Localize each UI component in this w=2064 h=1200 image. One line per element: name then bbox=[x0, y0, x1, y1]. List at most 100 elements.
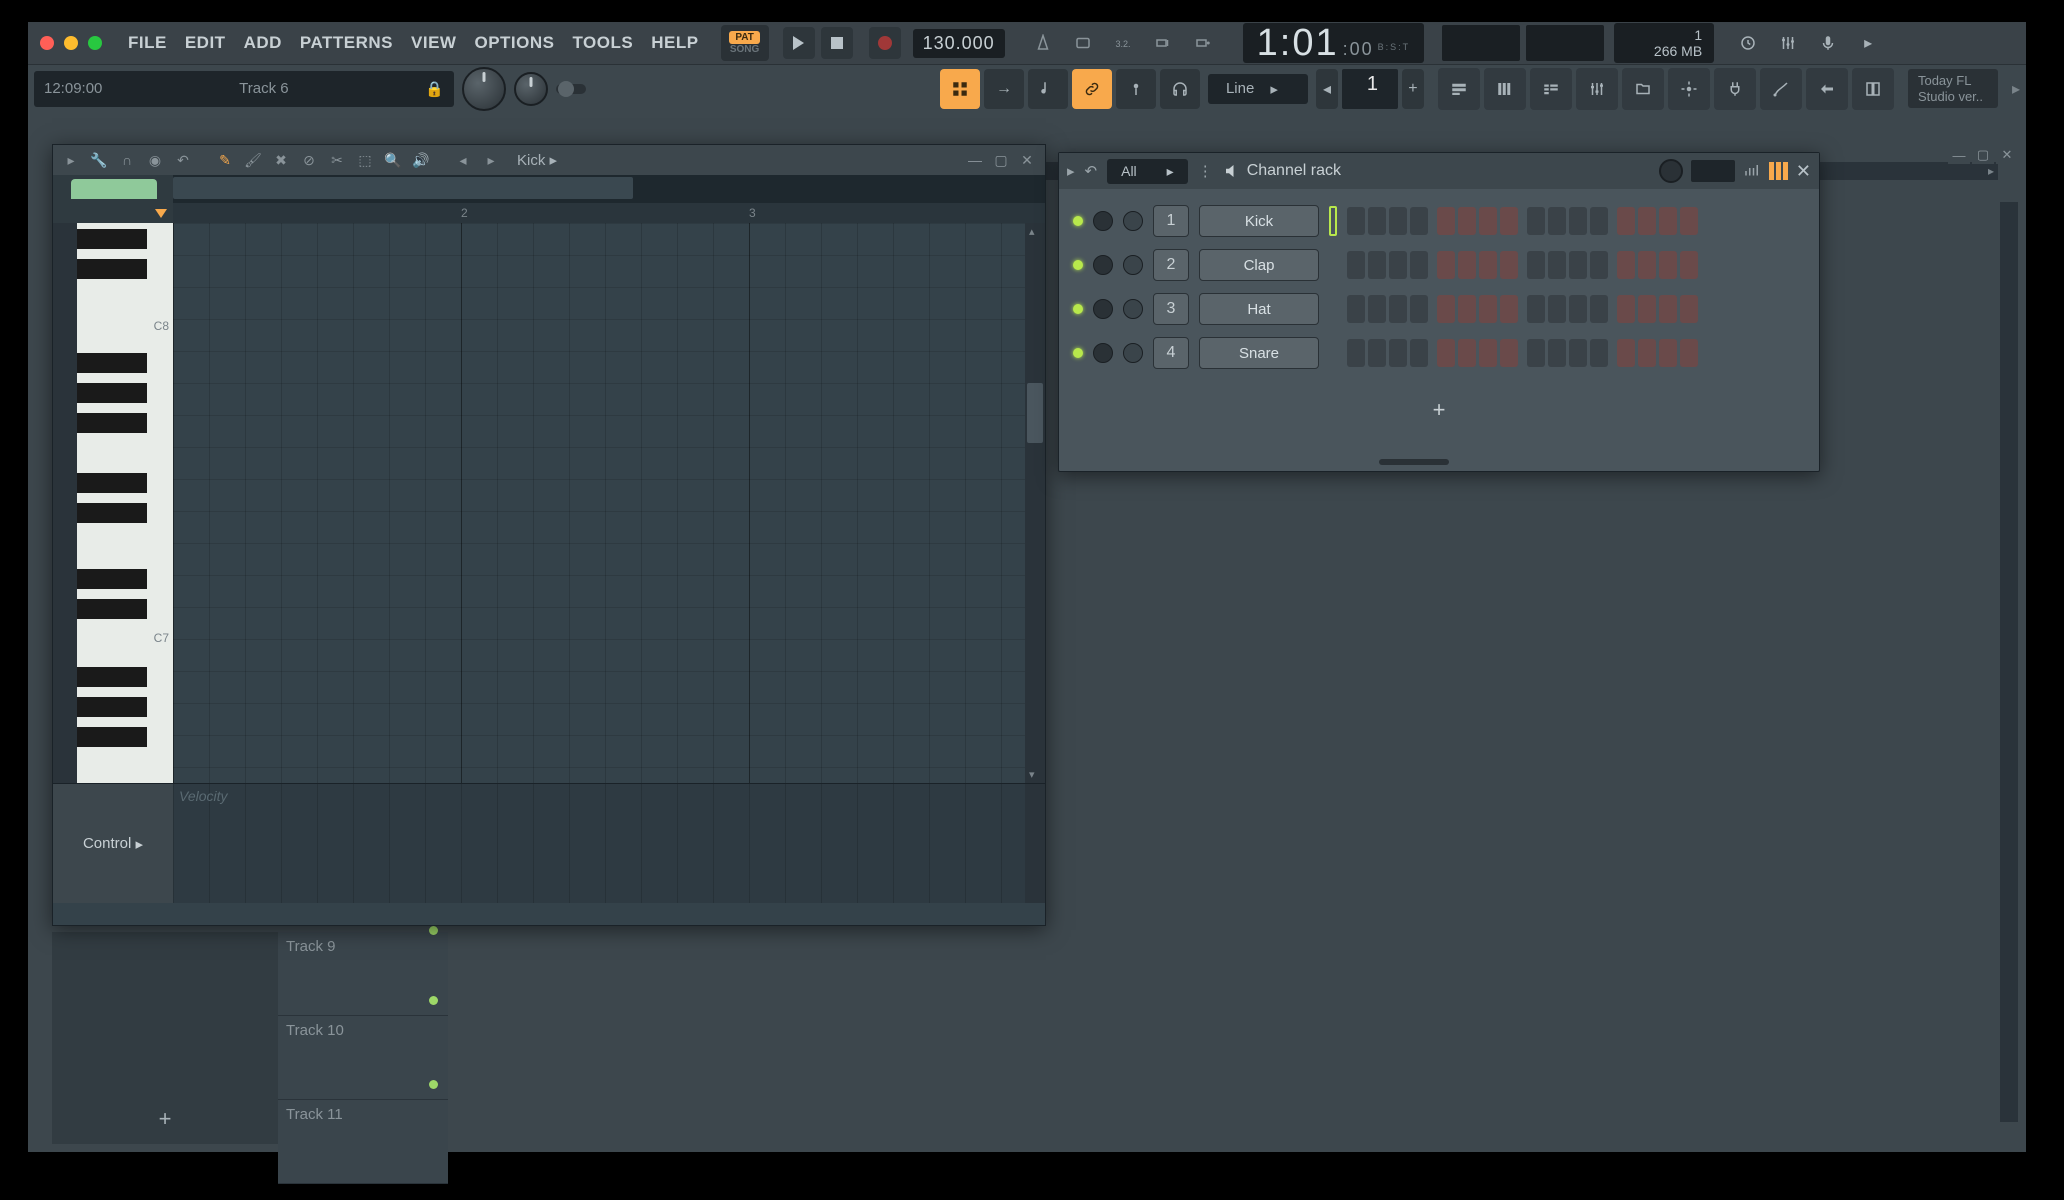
step-button[interactable] bbox=[1389, 339, 1407, 367]
channel-volume-knob[interactable] bbox=[1123, 211, 1143, 231]
chevron-right-icon[interactable]: ▸ bbox=[1850, 25, 1886, 61]
minimize-icon[interactable]: — bbox=[1948, 146, 1970, 164]
pattern-song-toggle[interactable]: PAT SONG bbox=[721, 25, 769, 61]
scroll-up-icon[interactable]: ▴ bbox=[1029, 225, 1035, 238]
loop-record-icon[interactable] bbox=[1183, 27, 1223, 59]
step-button[interactable] bbox=[1479, 295, 1497, 323]
paint-tool-icon[interactable]: 🖌 bbox=[241, 148, 265, 172]
step-button[interactable] bbox=[1659, 251, 1677, 279]
pattern-prev-button[interactable]: ◂ bbox=[1316, 69, 1338, 109]
tempo-display[interactable]: 130.000 bbox=[913, 29, 1005, 58]
menu-options[interactable]: OPTIONS bbox=[466, 29, 562, 57]
channel-name-button[interactable]: Hat bbox=[1199, 293, 1319, 325]
step-button[interactable] bbox=[1479, 339, 1497, 367]
countdown-icon[interactable]: 3.2. bbox=[1103, 27, 1143, 59]
overdub-icon[interactable] bbox=[1143, 27, 1183, 59]
options-icon[interactable]: ⋮ bbox=[1198, 162, 1213, 180]
step-button[interactable] bbox=[1458, 339, 1476, 367]
playlist-vscroll[interactable] bbox=[2000, 202, 2018, 1122]
oscilloscope[interactable] bbox=[1442, 25, 1520, 61]
step-button[interactable] bbox=[1368, 339, 1386, 367]
step-button[interactable] bbox=[1617, 295, 1635, 323]
step-button[interactable] bbox=[1479, 251, 1497, 279]
microphone-icon[interactable] bbox=[1810, 25, 1846, 61]
headphones-icon[interactable] bbox=[1160, 69, 1200, 109]
step-button[interactable] bbox=[1347, 295, 1365, 323]
step-button[interactable] bbox=[1458, 207, 1476, 235]
step-button[interactable] bbox=[1437, 207, 1455, 235]
channel-mute-led[interactable] bbox=[1073, 260, 1083, 270]
close-icon[interactable]: ✕ bbox=[1796, 161, 1811, 182]
step-button[interactable] bbox=[1548, 339, 1566, 367]
channel-volume-knob[interactable] bbox=[1123, 255, 1143, 275]
channel-pan-knob[interactable] bbox=[1093, 211, 1113, 231]
stop-button[interactable] bbox=[821, 27, 853, 59]
live-mode-icon[interactable] bbox=[1116, 69, 1156, 109]
step-button[interactable] bbox=[1437, 295, 1455, 323]
menu-help[interactable]: HELP bbox=[643, 29, 706, 57]
plugin-database-button[interactable] bbox=[1714, 68, 1756, 110]
step-button[interactable] bbox=[1527, 251, 1545, 279]
step-button[interactable] bbox=[1527, 295, 1545, 323]
mute-tool-icon[interactable]: ⊘ bbox=[297, 148, 321, 172]
step-button[interactable] bbox=[1680, 207, 1698, 235]
channel-mute-led[interactable] bbox=[1073, 348, 1083, 358]
swing-display[interactable] bbox=[1691, 160, 1735, 182]
switch-toggle[interactable] bbox=[556, 84, 586, 94]
chevron-right-icon[interactable]: ▸ bbox=[2012, 79, 2020, 99]
step-button[interactable] bbox=[1389, 251, 1407, 279]
magnet-icon[interactable]: ∩ bbox=[115, 148, 139, 172]
step-button[interactable] bbox=[1500, 251, 1518, 279]
browser-window-button[interactable] bbox=[1622, 68, 1664, 110]
play-button[interactable] bbox=[783, 27, 815, 59]
step-meters-icon[interactable] bbox=[1769, 162, 1788, 180]
piano-roll-timeline[interactable]: 2 3 bbox=[173, 203, 1045, 223]
mixer-window-button[interactable] bbox=[1576, 68, 1618, 110]
step-button[interactable] bbox=[1347, 251, 1365, 279]
select-tool-icon[interactable]: ⬚ bbox=[353, 148, 377, 172]
step-button[interactable] bbox=[1500, 295, 1518, 323]
typing-keyboard-icon[interactable] bbox=[1028, 69, 1068, 109]
step-button[interactable] bbox=[1617, 207, 1635, 235]
channel-mute-led[interactable] bbox=[1073, 304, 1083, 314]
step-button[interactable] bbox=[1389, 295, 1407, 323]
step-button[interactable] bbox=[1548, 295, 1566, 323]
arrange-windows-button[interactable] bbox=[1806, 68, 1848, 110]
scroll-down-icon[interactable]: ▾ bbox=[1029, 768, 1035, 781]
tempo-tap-button[interactable] bbox=[1668, 68, 1710, 110]
step-button[interactable] bbox=[1527, 207, 1545, 235]
control-lane-grid[interactable]: Velocity bbox=[173, 784, 1025, 903]
menu-patterns[interactable]: PATTERNS bbox=[292, 29, 401, 57]
step-button[interactable] bbox=[1410, 207, 1428, 235]
step-button[interactable] bbox=[1437, 339, 1455, 367]
peak-meter[interactable] bbox=[1526, 25, 1604, 61]
step-button[interactable] bbox=[1458, 251, 1476, 279]
zoom-tool-icon[interactable]: 🔍 bbox=[381, 148, 405, 172]
add-channel-button[interactable]: + bbox=[1059, 397, 1819, 423]
delete-tool-icon[interactable]: ✖ bbox=[269, 148, 293, 172]
wait-input-icon[interactable] bbox=[1063, 27, 1103, 59]
step-button[interactable] bbox=[1680, 295, 1698, 323]
pattern-number-display[interactable]: 1 bbox=[1342, 69, 1398, 109]
step-sequencer-button[interactable] bbox=[940, 69, 980, 109]
piano-roll-channel-name[interactable]: Kick ▸ bbox=[517, 151, 959, 169]
step-button[interactable] bbox=[1569, 295, 1587, 323]
metronome-icon[interactable] bbox=[1023, 27, 1063, 59]
step-button[interactable] bbox=[1347, 339, 1365, 367]
hscroll-thumb[interactable] bbox=[173, 177, 633, 199]
step-button[interactable] bbox=[1638, 207, 1656, 235]
undo-icon[interactable]: ↶ bbox=[171, 148, 195, 172]
piano-roll-window-button[interactable] bbox=[1484, 68, 1526, 110]
playback-tool-icon[interactable]: 🔊 bbox=[409, 148, 433, 172]
snap-selector[interactable]: Line ▸ bbox=[1208, 74, 1308, 104]
stamp-icon[interactable]: ◉ bbox=[143, 148, 167, 172]
channel-pan-knob[interactable] bbox=[1093, 255, 1113, 275]
cpu-memory-display[interactable]: 1 266 MB bbox=[1614, 23, 1714, 63]
channel-volume-knob[interactable] bbox=[1123, 299, 1143, 319]
maximize-icon[interactable]: ▢ bbox=[989, 150, 1013, 170]
step-button[interactable] bbox=[1638, 295, 1656, 323]
step-button[interactable] bbox=[1410, 339, 1428, 367]
step-button[interactable] bbox=[1410, 295, 1428, 323]
slice-tool-icon[interactable]: ✂ bbox=[325, 148, 349, 172]
close-window-button[interactable] bbox=[40, 36, 54, 50]
